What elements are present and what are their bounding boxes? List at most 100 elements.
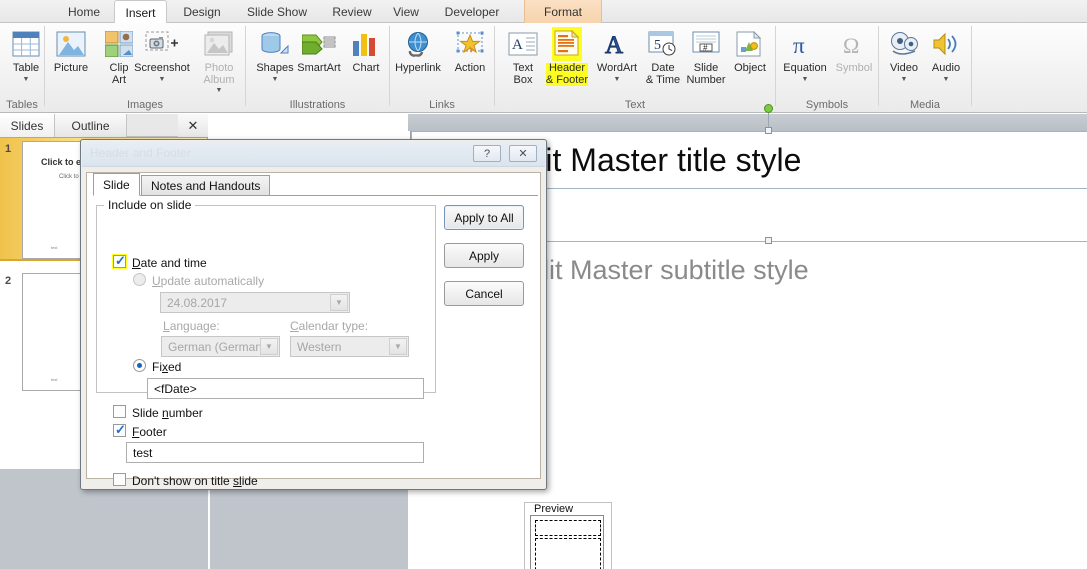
video-icon <box>889 27 919 61</box>
ribbon-button-screenshot[interactable]: Screenshot ▼ <box>134 25 190 83</box>
ribbon-button-label: WordArt <box>596 62 638 74</box>
svg-text:Ω: Ω <box>843 33 859 57</box>
rotation-handle-icon[interactable] <box>764 104 773 113</box>
ribbon-button-label: Header & Footer <box>545 62 589 86</box>
ribbon-button-label: Shapes <box>256 62 294 74</box>
ribbon-tab-home[interactable]: Home <box>63 0 105 23</box>
slide-edit-topbar <box>408 114 1087 131</box>
svg-text:5: 5 <box>654 38 661 53</box>
cancel-button[interactable]: Cancel <box>444 281 524 306</box>
slide-number-icon: # <box>692 27 720 61</box>
calendar-type-dropdown[interactable]: Western ▼ <box>290 336 409 357</box>
dialog-title: Header and Footer <box>90 146 191 160</box>
chevron-down-icon[interactable]: ▼ <box>943 76 950 83</box>
calendar-type-label: Calendar type: <box>290 319 369 333</box>
ribbon-button-label: Hyperlink <box>395 62 441 74</box>
apply-button[interactable]: Apply <box>444 243 524 268</box>
language-dropdown[interactable]: German (Germany) ▼ <box>161 336 280 357</box>
ribbon-button-label: Clip Art <box>109 62 129 86</box>
thumbnail-footer-text: test <box>51 377 58 382</box>
help-icon[interactable]: ? <box>473 145 501 162</box>
date-format-dropdown[interactable]: 24.08.2017 ▼ <box>160 292 350 313</box>
apply-to-all-button[interactable]: Apply to All <box>444 205 524 230</box>
equation-icon: π <box>791 27 819 61</box>
ribbon-button-photo-album[interactable]: Photo Album ▼ <box>193 25 245 94</box>
ribbon-button-chart[interactable]: Chart <box>340 25 392 75</box>
date-and-time-checkbox[interactable] <box>113 253 126 269</box>
svg-text:A: A <box>512 37 523 53</box>
object-icon <box>736 27 764 61</box>
ribbon-button-smartart[interactable]: SmartArt <box>293 25 345 75</box>
update-automatically-radio[interactable] <box>133 273 146 286</box>
ribbon-tab-review[interactable]: Review <box>328 0 376 23</box>
dialog-titlebar[interactable]: Header and Footer ? ✕ <box>82 141 545 167</box>
chevron-down-icon[interactable]: ▼ <box>159 76 166 83</box>
preview-label: Preview <box>531 503 577 515</box>
preview-title-box <box>535 520 601 536</box>
chevron-down-icon[interactable]: ▼ <box>389 338 407 355</box>
thumbnail-footer-text: test <box>51 245 58 250</box>
symbol-icon: Ω <box>841 27 867 61</box>
dont-show-on-title-slide-checkbox[interactable] <box>113 473 126 486</box>
fixed-radio[interactable] <box>133 359 146 372</box>
chevron-down-icon[interactable]: ▼ <box>330 294 348 311</box>
tab-slide[interactable]: Slide <box>93 173 140 196</box>
ribbon-tab-insert[interactable]: Insert <box>114 0 167 24</box>
chevron-down-icon[interactable]: ▼ <box>216 87 223 94</box>
slide-number-label: 1 <box>5 143 12 155</box>
ribbon-tab-slide-show[interactable]: Slide Show <box>240 0 314 23</box>
hyperlink-icon <box>403 27 433 61</box>
date-format-value: 24.08.2017 <box>167 295 228 310</box>
footer-input[interactable]: test <box>126 442 424 463</box>
ribbon-button-picture[interactable]: Picture <box>45 25 97 75</box>
ribbon-button-equation[interactable]: π Equation ▼ <box>779 25 831 83</box>
ribbon-button-header-footer[interactable]: Header & Footer <box>541 25 593 86</box>
fixed-date-input[interactable]: <fDate> <box>147 378 424 399</box>
chevron-down-icon[interactable]: ▼ <box>901 76 908 83</box>
chart-icon <box>351 27 381 61</box>
shapes-icon <box>259 27 291 61</box>
ribbon-button-action[interactable]: Action <box>444 25 496 75</box>
ribbon-tab-format[interactable]: Format <box>524 0 602 23</box>
chevron-down-icon[interactable]: ▼ <box>272 76 279 83</box>
close-panel-icon[interactable]: ✕ <box>178 114 208 137</box>
chevron-down-icon[interactable]: ▼ <box>802 76 809 83</box>
chevron-down-icon[interactable]: ▼ <box>260 338 278 355</box>
language-label: Language: <box>163 319 220 333</box>
chevron-down-icon[interactable]: ▼ <box>614 76 621 83</box>
highlight-wrapper <box>552 27 582 61</box>
chevron-down-icon[interactable]: ▼ <box>23 76 30 83</box>
panel-tab-outline[interactable]: Outline <box>55 114 127 137</box>
ribbon-group-label: Tables <box>6 99 38 111</box>
preview-body-box <box>535 538 601 569</box>
ribbon-tab-developer[interactable]: Developer <box>437 0 507 23</box>
rotation-stem <box>768 113 769 127</box>
ribbon-tab-design[interactable]: Design <box>178 0 226 23</box>
ribbon-tab-view[interactable]: View <box>387 0 425 23</box>
ribbon-button-audio[interactable]: Audio ▼ <box>920 25 972 83</box>
language-value: German (Germany) <box>168 339 273 354</box>
ribbon-button-object[interactable]: Object <box>724 25 776 75</box>
ribbon-button-label: Audio <box>931 62 961 74</box>
clipart-icon <box>105 27 133 61</box>
ribbon-body: Tables Images Illustrations Links Text Symbol… <box>0 23 1087 113</box>
header-footer-dialog: Header and Footer ? ✕ Slide Notes and Ha… <box>80 139 612 569</box>
header-footer-icon <box>554 29 580 59</box>
ribbon-button-hyperlink[interactable]: Hyperlink <box>392 25 444 75</box>
footer-checkbox[interactable] <box>113 422 126 438</box>
svg-text:A: A <box>605 32 623 57</box>
ribbon-button-symbol[interactable]: Ω Symbol <box>828 25 880 75</box>
ribbon-button-label: Equation <box>783 62 827 74</box>
panel-tab-slides[interactable]: Slides <box>0 114 55 137</box>
ribbon-button-label: Table <box>12 62 40 74</box>
selection-handle-top[interactable] <box>765 127 772 134</box>
tab-underline <box>93 195 538 196</box>
ribbon-group-label: Images <box>126 99 164 111</box>
close-icon[interactable]: ✕ <box>509 145 537 162</box>
tab-notes-and-handouts[interactable]: Notes and Handouts <box>141 175 271 195</box>
ribbon-button-wordart[interactable]: A WordArt ▼ <box>591 25 643 83</box>
selection-handle-bottom[interactable] <box>765 237 772 244</box>
ribbon-button-label: Photo Album <box>203 62 235 86</box>
slide-number-checkbox[interactable] <box>113 405 126 418</box>
ribbon-tab-bar: Home Insert Design Slide Show Review View Deve… <box>0 0 1087 24</box>
